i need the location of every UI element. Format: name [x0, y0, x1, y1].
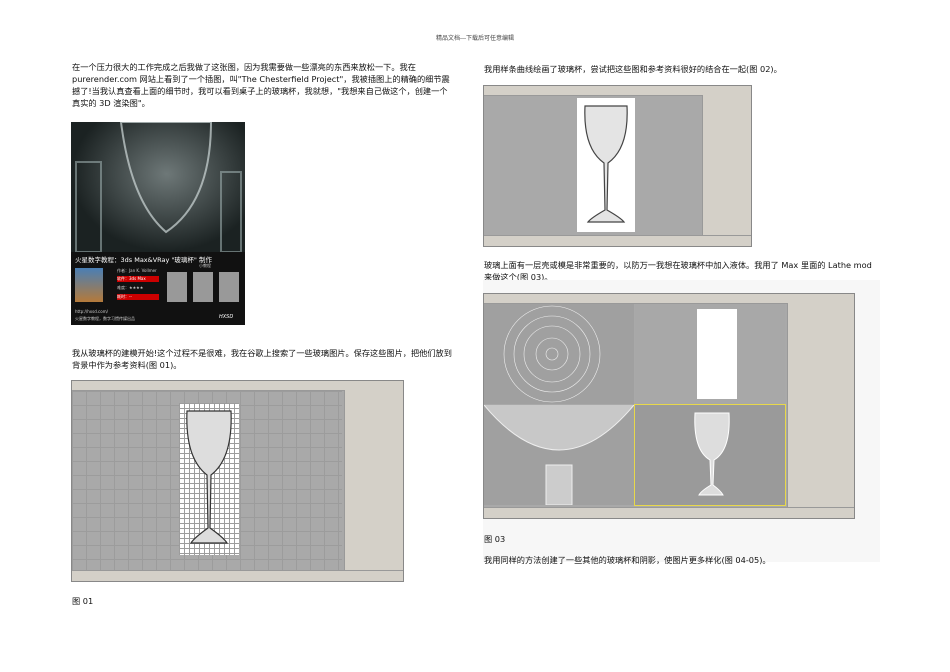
reference-image [697, 309, 737, 399]
hxsd-logo: HXSD [219, 314, 234, 320]
lathe-side-view-icon [484, 404, 635, 506]
banner-thumbnails [167, 272, 242, 302]
banner-software: 软件：3ds Max [117, 276, 159, 282]
banner-time: 耗时：-- [117, 294, 159, 300]
viewport-left [484, 404, 635, 506]
page-header: 精品文档---下载后可任意编辑 [435, 35, 515, 42]
figure-01-caption: 图 01 [72, 596, 94, 606]
text-line: 在一个压力很大的工作完成之后我做了这张图，因为我需要做一些漂亮的东西来放松一下。… [72, 62, 416, 72]
banner-url[interactable]: http://hxsd.com/ [75, 309, 108, 314]
building-thumbnail [75, 268, 103, 302]
text-line: 撼了!当我认真查看上面的细节时，我可以看到桌子上的玻璃杯，我就想，"我想来自己做… [72, 86, 448, 96]
text-line: 玻璃上面有一层壳或模是非常重要的，以防万一我想在玻璃杯中加入液体。我用了 Max… [484, 260, 872, 270]
timeline [72, 570, 403, 581]
banner-title: 火星数字教程：3ds Max&VRay "玻璃杯" 制作 [75, 256, 212, 264]
command-panel [702, 95, 751, 236]
wine-glass-icon [186, 410, 232, 544]
banner-thumbs-label: 小教程 [199, 263, 211, 268]
figure-02-3dsmax-screenshot [483, 85, 752, 247]
figure-03-3dsmax-screenshot [483, 293, 855, 519]
viewport-perspective [634, 404, 786, 506]
lathe-top-view-icon [503, 305, 601, 403]
wine-glass-icon [584, 105, 628, 223]
figure-03-caption: 图 03 [484, 534, 506, 544]
variations-paragraph: 我用同样的方法创建了一些其他的玻璃杯和阴影，使图片更多样化(图 04-05)。 [484, 555, 771, 565]
reference-image [577, 98, 635, 232]
tutorial-banner-image: 火星数字教程：3ds Max&VRay "玻璃杯" 制作 作者：Jan K. V… [71, 122, 245, 325]
glass-photo-icon [75, 122, 242, 253]
modeling-paragraph: 我从玻璃杯的建模开始!这个过程不是很难，我在谷歌上搜索了一些玻璃图片。保存这些图… [72, 347, 472, 371]
text-line: 我从玻璃杯的建模开始!这个过程不是很难，我在谷歌上搜索了一些玻璃图片。保存这些图… [72, 348, 452, 358]
spline-paragraph: 我用样条曲线绘画了玻璃杯，尝试把这些图和参考资料很好的结合在一起(图 02)。 [484, 64, 782, 74]
banner-rating: 难度：★★★★ [117, 285, 144, 290]
intro-paragraph: 在一个压力很大的工作完成之后我做了这张图，因为我需要做一些漂亮的东西来放松一下。… [72, 61, 472, 109]
timeline [484, 507, 854, 518]
timeline [484, 235, 751, 246]
text-line: 背景中作为参考资料(图 01)。 [72, 360, 182, 370]
viewport-front [635, 304, 785, 404]
glass-photo [71, 122, 245, 253]
figure-01-3dsmax-screenshot [71, 380, 404, 582]
banner-author: 作者：Jan K. Vollmer [117, 268, 157, 273]
document-page: 精品文档---下载后可任意编辑 在一个压力很大的工作完成之后我做了这张图，因为我… [0, 0, 950, 672]
text-line: purerender.com 网站上看到了一个插图，叫"The Chesterf… [72, 74, 450, 84]
text-line: 真实的 3D 渲染图"。 [72, 98, 150, 108]
banner-footer: 火星数字教程，数字习惯传媒出品 [75, 316, 135, 321]
reference-image [179, 403, 239, 555]
wine-glass-wireframe-icon [694, 412, 730, 496]
command-panel [344, 390, 403, 571]
viewport-top [484, 304, 634, 404]
command-panel [787, 303, 854, 508]
